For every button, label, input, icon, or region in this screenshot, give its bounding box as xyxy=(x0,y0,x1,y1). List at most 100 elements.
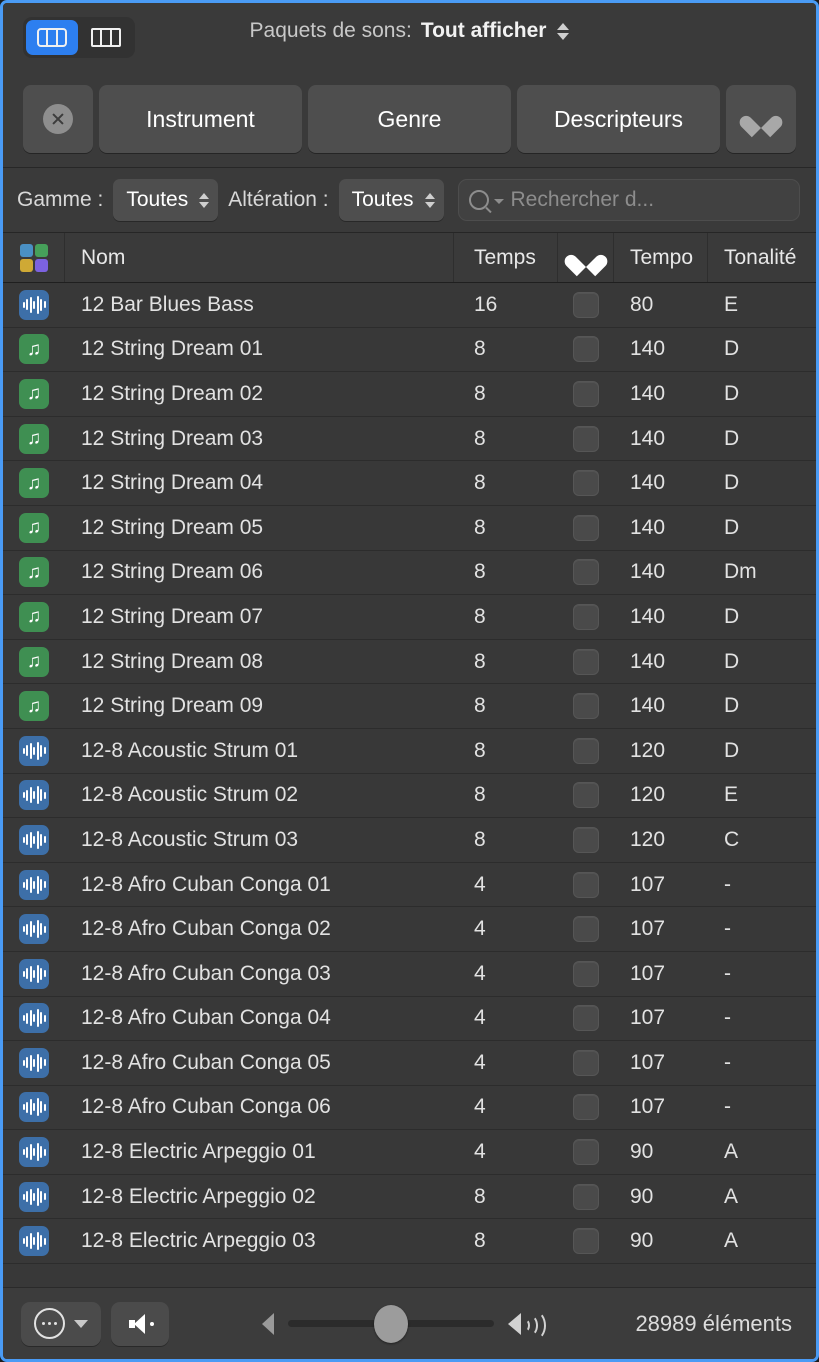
sound-packs-value[interactable]: Tout afficher xyxy=(421,19,547,43)
row-favorite-checkbox[interactable] xyxy=(558,961,614,987)
table-row[interactable]: 12 Bar Blues Bass1680E xyxy=(3,283,816,328)
table-row[interactable]: 12-8 Afro Cuban Conga 024107- xyxy=(3,907,816,952)
row-favorite-checkbox[interactable] xyxy=(558,1228,614,1254)
row-favorite-checkbox[interactable] xyxy=(558,738,614,764)
row-kind-cell[interactable] xyxy=(3,914,65,944)
volume-slider-knob[interactable] xyxy=(374,1305,408,1343)
scale-popup-button[interactable]: Toutes xyxy=(113,179,218,221)
column-header-name[interactable]: Nom xyxy=(65,233,454,282)
row-kind-cell[interactable]: ♫ xyxy=(3,379,65,409)
column-header-temps[interactable]: Temps xyxy=(454,233,558,282)
row-kind-cell[interactable]: ♫ xyxy=(3,513,65,543)
checkbox-icon[interactable] xyxy=(573,782,599,808)
column-header-tempo[interactable]: Tempo xyxy=(614,233,708,282)
filter-descriptors-button[interactable]: Descripteurs xyxy=(517,85,720,153)
table-row[interactable]: ♫12 String Dream 078140D xyxy=(3,595,816,640)
row-favorite-checkbox[interactable] xyxy=(558,827,614,853)
mute-button[interactable] xyxy=(111,1302,169,1346)
table-row[interactable]: 12-8 Electric Arpeggio 01490A xyxy=(3,1130,816,1175)
checkbox-icon[interactable] xyxy=(573,426,599,452)
volume-slider[interactable] xyxy=(288,1309,494,1339)
row-favorite-checkbox[interactable] xyxy=(558,426,614,452)
row-kind-cell[interactable] xyxy=(3,1182,65,1212)
row-kind-cell[interactable] xyxy=(3,825,65,855)
action-menu-button[interactable] xyxy=(21,1302,101,1346)
table-row[interactable]: 12-8 Acoustic Strum 038120C xyxy=(3,818,816,863)
table-row[interactable]: 12-8 Acoustic Strum 018120D xyxy=(3,729,816,774)
row-kind-cell[interactable] xyxy=(3,290,65,320)
checkbox-icon[interactable] xyxy=(573,1184,599,1210)
checkbox-icon[interactable] xyxy=(573,604,599,630)
row-kind-cell[interactable] xyxy=(3,1003,65,1033)
stepper-up-down-icon[interactable] xyxy=(557,23,569,40)
row-kind-cell[interactable] xyxy=(3,1048,65,1078)
checkbox-icon[interactable] xyxy=(573,336,599,362)
row-favorite-checkbox[interactable] xyxy=(558,872,614,898)
row-kind-cell[interactable] xyxy=(3,1092,65,1122)
checkbox-icon[interactable] xyxy=(573,559,599,585)
row-kind-cell[interactable]: ♫ xyxy=(3,424,65,454)
row-favorite-checkbox[interactable] xyxy=(558,782,614,808)
row-favorite-checkbox[interactable] xyxy=(558,292,614,318)
checkbox-icon[interactable] xyxy=(573,1050,599,1076)
table-row[interactable]: 12-8 Afro Cuban Conga 064107- xyxy=(3,1086,816,1131)
checkbox-icon[interactable] xyxy=(573,872,599,898)
clear-filters-button[interactable] xyxy=(23,85,93,153)
row-favorite-checkbox[interactable] xyxy=(558,1139,614,1165)
row-favorite-checkbox[interactable] xyxy=(558,381,614,407)
table-row[interactable]: 12-8 Afro Cuban Conga 034107- xyxy=(3,952,816,997)
row-kind-cell[interactable] xyxy=(3,780,65,810)
filter-favorites-button[interactable] xyxy=(726,85,796,153)
row-kind-cell[interactable] xyxy=(3,870,65,900)
row-kind-cell[interactable]: ♫ xyxy=(3,468,65,498)
checkbox-icon[interactable] xyxy=(573,649,599,675)
checkbox-icon[interactable] xyxy=(573,1005,599,1031)
row-favorite-checkbox[interactable] xyxy=(558,470,614,496)
table-row[interactable]: 12-8 Afro Cuban Conga 014107- xyxy=(3,863,816,908)
row-favorite-checkbox[interactable] xyxy=(558,1050,614,1076)
row-favorite-checkbox[interactable] xyxy=(558,693,614,719)
table-row[interactable]: ♫12 String Dream 068140Dm xyxy=(3,551,816,596)
checkbox-icon[interactable] xyxy=(573,381,599,407)
view-mode-buttons[interactable] xyxy=(26,20,78,55)
checkbox-icon[interactable] xyxy=(573,1228,599,1254)
checkbox-icon[interactable] xyxy=(573,292,599,318)
row-favorite-checkbox[interactable] xyxy=(558,336,614,362)
row-favorite-checkbox[interactable] xyxy=(558,1184,614,1210)
table-row[interactable]: 12-8 Afro Cuban Conga 054107- xyxy=(3,1041,816,1086)
row-kind-cell[interactable]: ♫ xyxy=(3,557,65,587)
filter-instrument-button[interactable]: Instrument xyxy=(99,85,302,153)
row-kind-cell[interactable]: ♫ xyxy=(3,602,65,632)
table-row[interactable]: ♫12 String Dream 018140D xyxy=(3,328,816,373)
row-kind-cell[interactable]: ♫ xyxy=(3,647,65,677)
checkbox-icon[interactable] xyxy=(573,470,599,496)
checkbox-icon[interactable] xyxy=(573,916,599,942)
checkbox-icon[interactable] xyxy=(573,515,599,541)
row-kind-cell[interactable] xyxy=(3,736,65,766)
row-favorite-checkbox[interactable] xyxy=(558,649,614,675)
table-row[interactable]: ♫12 String Dream 048140D xyxy=(3,461,816,506)
table-row[interactable]: 12-8 Acoustic Strum 028120E xyxy=(3,774,816,819)
view-mode-toggle[interactable] xyxy=(23,17,135,58)
row-favorite-checkbox[interactable] xyxy=(558,604,614,630)
view-mode-columns[interactable] xyxy=(80,20,132,55)
table-row[interactable]: ♫12 String Dream 098140D xyxy=(3,684,816,729)
row-favorite-checkbox[interactable] xyxy=(558,1005,614,1031)
checkbox-icon[interactable] xyxy=(573,1094,599,1120)
row-kind-cell[interactable]: ♫ xyxy=(3,691,65,721)
checkbox-icon[interactable] xyxy=(573,827,599,853)
row-kind-cell[interactable]: ♫ xyxy=(3,334,65,364)
loop-list[interactable]: 12 Bar Blues Bass1680E♫12 String Dream 0… xyxy=(3,283,816,1287)
table-row[interactable]: 12-8 Electric Arpeggio 02890A xyxy=(3,1175,816,1220)
table-row[interactable]: 12-8 Afro Cuban Conga 044107- xyxy=(3,997,816,1042)
chevron-down-icon[interactable] xyxy=(494,199,504,204)
table-row[interactable]: ♫12 String Dream 028140D xyxy=(3,372,816,417)
row-kind-cell[interactable] xyxy=(3,1137,65,1167)
column-header-favorite[interactable] xyxy=(558,233,614,282)
row-kind-cell[interactable] xyxy=(3,1226,65,1256)
row-favorite-checkbox[interactable] xyxy=(558,916,614,942)
checkbox-icon[interactable] xyxy=(573,961,599,987)
column-header-kind[interactable] xyxy=(3,233,65,282)
table-row[interactable]: ♫12 String Dream 058140D xyxy=(3,506,816,551)
accidental-popup-button[interactable]: Toutes xyxy=(339,179,444,221)
